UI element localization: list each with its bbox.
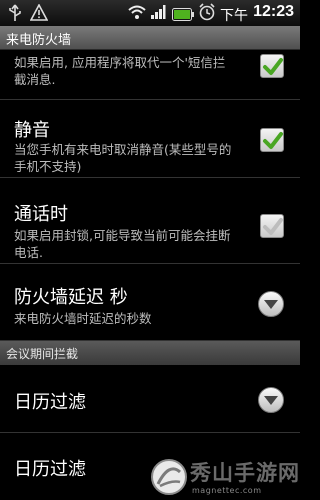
status-time: 12:23 bbox=[253, 3, 294, 20]
battery-icon bbox=[172, 6, 194, 25]
watermark-logo-icon bbox=[150, 458, 188, 500]
sms-intercept-checkbox[interactable] bbox=[260, 54, 284, 78]
watermark-url: magnettec.com bbox=[192, 486, 262, 495]
mute-checkbox[interactable] bbox=[260, 128, 284, 152]
watermark-text: 秀山手游网 bbox=[190, 460, 300, 485]
setting-row-during-call[interactable]: 通话时 如果启用封锁,可能导致当前可能会挂断 电话. bbox=[0, 178, 300, 264]
title-bar: 来电防火墙 bbox=[0, 26, 300, 50]
calendar-filter-dropdown[interactable] bbox=[258, 387, 284, 413]
page-title: 来电防火墙 bbox=[6, 33, 72, 48]
alarm-icon bbox=[198, 3, 216, 25]
warning-icon bbox=[29, 3, 49, 25]
watermark: 秀山手游网 magnettec.com bbox=[150, 454, 300, 500]
during-call-checkbox[interactable] bbox=[260, 214, 284, 238]
setting-description: 如果启用, 应用程序将取代一个'短信拦 截消息. bbox=[14, 55, 226, 87]
setting-title: 通话时 bbox=[14, 204, 68, 225]
setting-description: 当您手机有来电时取消静音(某些型号的 手机不支持) bbox=[14, 142, 232, 174]
wifi-icon bbox=[128, 4, 146, 24]
setting-title: 防火墙延迟 秒 bbox=[14, 287, 128, 308]
setting-row-sms-intercept[interactable]: 如果启用, 应用程序将取代一个'短信拦 截消息. bbox=[0, 51, 300, 100]
setting-row-mute[interactable]: 静音 当您手机有来电时取消静音(某些型号的 手机不支持) bbox=[0, 100, 300, 178]
setting-title: 日历过滤 bbox=[14, 392, 86, 413]
settings-list[interactable]: 如果启用, 应用程序将取代一个'短信拦 截消息. 静音 当您手机有来电时取消静音(… bbox=[0, 51, 300, 500]
setting-description: 来电防火墙时延迟的秒数 bbox=[14, 311, 152, 326]
firewall-delay-dropdown[interactable] bbox=[258, 291, 284, 317]
section-header-label: 会议期间拦截 bbox=[6, 347, 79, 361]
setting-title: 日历过滤 bbox=[14, 459, 86, 480]
signal-icon bbox=[150, 4, 166, 24]
setting-row-firewall-delay[interactable]: 防火墙延迟 秒 来电防火墙时延迟的秒数 bbox=[0, 264, 300, 341]
setting-title: 静音 bbox=[14, 120, 50, 141]
status-bar: 下午 12:23 bbox=[0, 0, 300, 26]
setting-row-calendar-filter[interactable]: 日历过滤 bbox=[0, 365, 300, 433]
section-header: 会议期间拦截 bbox=[0, 341, 300, 365]
usb-icon bbox=[8, 4, 22, 26]
status-period: 下午 bbox=[220, 8, 248, 24]
setting-description: 如果启用封锁,可能导致当前可能会挂断 电话. bbox=[14, 228, 231, 260]
